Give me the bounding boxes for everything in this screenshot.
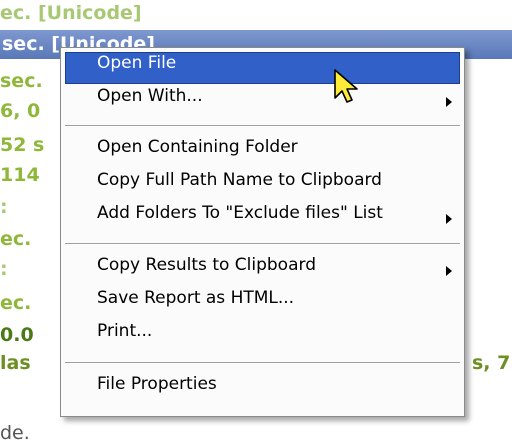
menu-item-add-folders-exclude[interactable]: Add Folders To "Exclude files" List — [65, 203, 460, 235]
menu-item-label: Add Folders To "Exclude files" List — [97, 203, 383, 223]
background-line: 6, 0 — [0, 100, 41, 122]
menu-item-label: File Properties — [97, 374, 217, 394]
background-line: ec. — [0, 292, 32, 314]
menu-item-label: Copy Full Path Name to Clipboard — [97, 170, 382, 190]
menu-item-label: Save Report as HTML... — [97, 288, 295, 308]
menu-item-label: Open With... — [97, 86, 203, 106]
menu-item-label: Open File — [97, 53, 177, 73]
background-line: s, 7 — [472, 352, 511, 374]
menu-separator — [65, 243, 460, 245]
background-line: ec. [Unicode] — [0, 2, 142, 24]
background-line: 114 — [0, 164, 40, 186]
background-line: 0.0 — [0, 324, 34, 346]
background-line: 52 s — [0, 134, 45, 156]
background-line: sec. — [0, 70, 43, 92]
menu-item-label: Open Containing Folder — [97, 137, 298, 157]
menu-separator — [65, 362, 460, 364]
submenu-arrow-icon — [446, 97, 452, 107]
menu-item-save-report-html[interactable]: Save Report as HTML... — [65, 288, 460, 320]
menu-item-file-properties[interactable]: File Properties — [65, 374, 460, 406]
cursor-arrow-icon — [334, 69, 358, 103]
background-line: las — [0, 352, 31, 374]
menu-separator — [65, 125, 460, 127]
menu-item-label: Copy Results to Clipboard — [97, 255, 316, 275]
menu-item-label: Print... — [97, 321, 153, 341]
background-line: : — [0, 258, 8, 280]
background-line: ec. — [0, 228, 32, 250]
submenu-arrow-icon — [446, 266, 452, 276]
menu-item-print[interactable]: Print... — [65, 321, 460, 353]
menu-item-open-with[interactable]: Open With... — [65, 86, 460, 118]
menu-item-open-containing-folder[interactable]: Open Containing Folder — [65, 137, 460, 169]
menu-item-open-file[interactable]: Open File — [65, 52, 460, 84]
background-line: de. — [0, 422, 30, 443]
context-menu: Open File Open With... Open Containing F… — [60, 47, 465, 417]
submenu-arrow-icon — [446, 214, 452, 224]
menu-item-copy-full-path[interactable]: Copy Full Path Name to Clipboard — [65, 170, 460, 202]
background-line: : — [0, 196, 8, 218]
menu-item-copy-results[interactable]: Copy Results to Clipboard — [65, 255, 460, 287]
